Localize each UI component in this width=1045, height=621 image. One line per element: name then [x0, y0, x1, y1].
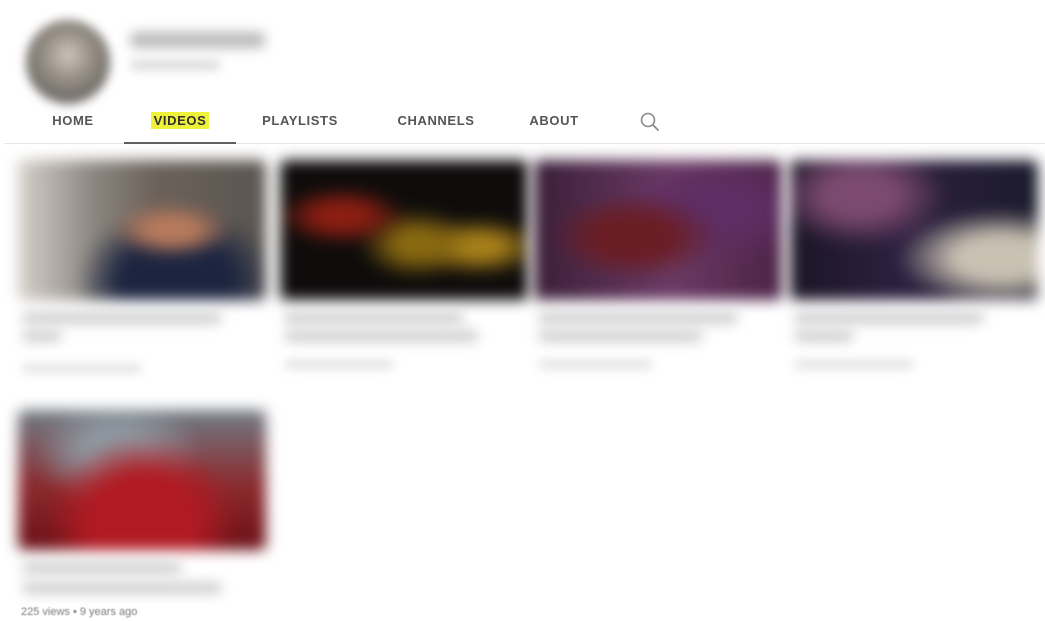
video-meta [794, 360, 914, 369]
video-card[interactable] [18, 410, 268, 621]
tab-playlists[interactable]: PLAYLISTS [254, 112, 346, 144]
video-meta [538, 360, 653, 369]
video-meta-text: 225 views • 9 years ago [21, 606, 138, 618]
tab-home-label: HOME [52, 113, 94, 128]
video-title-line-2[interactable] [284, 330, 479, 342]
video-title-line-2[interactable] [22, 582, 222, 594]
tab-about-label: ABOUT [529, 113, 579, 128]
video-thumbnail[interactable] [18, 410, 266, 550]
video-meta [284, 360, 394, 369]
channel-name[interactable] [130, 32, 265, 48]
tab-about[interactable]: ABOUT [520, 112, 588, 144]
tab-home[interactable]: HOME [38, 112, 108, 144]
video-thumbnail[interactable] [790, 160, 1038, 300]
video-card[interactable] [790, 160, 1040, 390]
video-card[interactable] [18, 160, 268, 390]
channel-tabs: HOME VIDEOS PLAYLISTS CHANNELS ABOUT [4, 98, 1045, 144]
tab-playlists-label: PLAYLISTS [262, 113, 338, 128]
video-card[interactable] [280, 160, 530, 390]
channel-header [8, 6, 283, 104]
tab-videos-label: VIDEOS [150, 112, 210, 129]
channel-subscriber-count [130, 60, 220, 70]
video-title[interactable] [284, 312, 464, 324]
video-meta [22, 364, 142, 373]
video-card[interactable] [534, 160, 784, 390]
tab-videos[interactable]: VIDEOS [124, 112, 236, 144]
video-title[interactable] [794, 312, 984, 324]
tab-channels[interactable]: CHANNELS [386, 112, 486, 144]
video-title-line-2[interactable] [794, 330, 854, 342]
search-icon[interactable] [636, 108, 664, 136]
video-title[interactable] [538, 312, 738, 324]
video-thumbnail[interactable] [280, 160, 528, 300]
video-thumbnail[interactable] [18, 160, 266, 300]
tab-channels-label: CHANNELS [397, 113, 475, 128]
video-thumbnail[interactable] [534, 160, 782, 300]
video-title-line-2[interactable] [22, 330, 62, 342]
video-title[interactable] [22, 312, 222, 324]
video-title[interactable] [22, 562, 182, 574]
channel-avatar[interactable] [26, 20, 110, 104]
video-title-line-2[interactable] [538, 330, 703, 342]
